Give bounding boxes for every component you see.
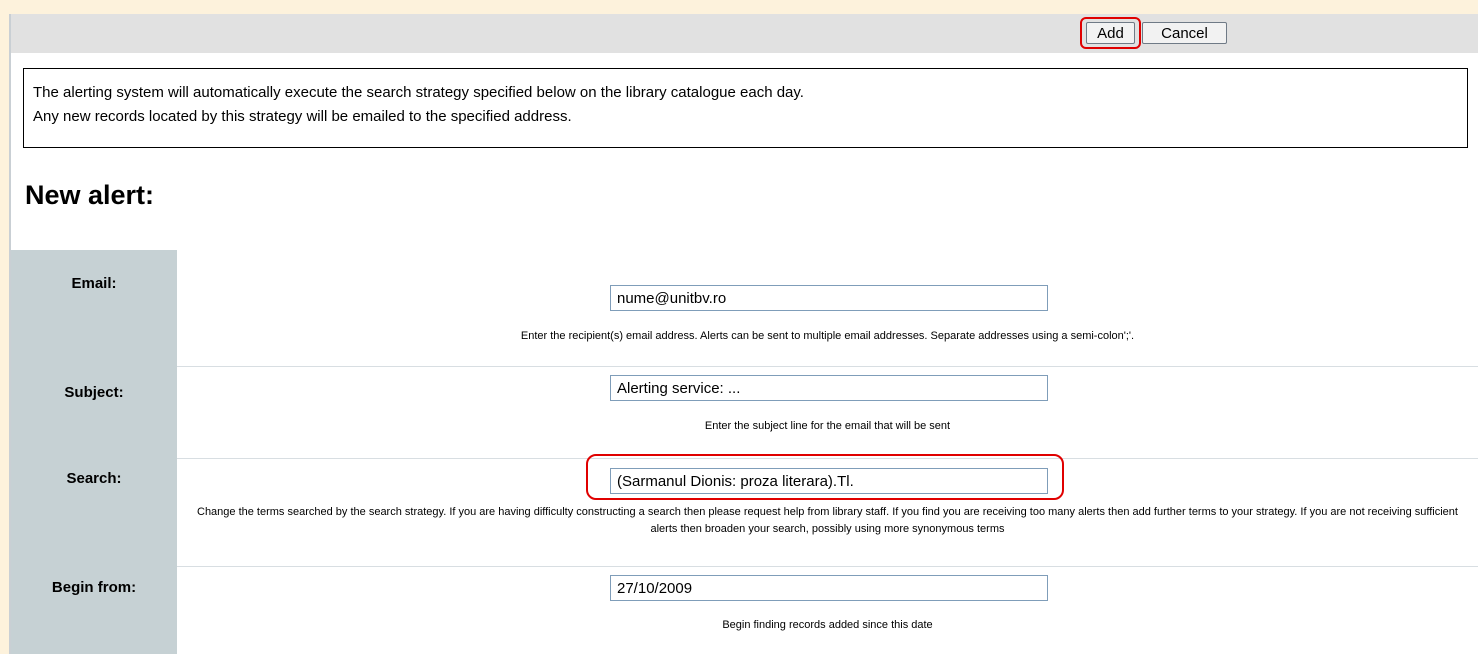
email-label: Email:: [71, 275, 117, 292]
left-frame-rail: [0, 14, 9, 654]
search-help-text: Change the terms searched by the search …: [197, 506, 1458, 535]
search-field-highlight: [586, 454, 1064, 500]
info-line-1: The alerting system will automatically e…: [33, 84, 804, 101]
email-help-text: Enter the recipient(s) email address. Al…: [520, 330, 1135, 342]
email-row: Email: Enter the recipient(s) email addr…: [11, 250, 1478, 367]
action-toolbar: Add Cancel: [11, 14, 1478, 53]
begin-from-row: Begin from: Begin finding records added …: [11, 567, 1478, 654]
add-button-highlight: [1080, 17, 1141, 49]
search-label: Search:: [66, 470, 122, 487]
email-field[interactable]: [610, 285, 1048, 311]
subject-field[interactable]: [610, 375, 1048, 401]
page-title: New alert:: [25, 180, 155, 210]
alert-form: Email: Enter the recipient(s) email addr…: [11, 250, 1478, 654]
begin-from-field[interactable]: [610, 575, 1048, 601]
info-line-2: Any new records located by this strategy…: [33, 108, 572, 125]
begin-from-help-text: Begin finding records added since this d…: [722, 619, 933, 631]
subject-row: Subject: Enter the subject line for the …: [11, 367, 1478, 459]
subject-label: Subject:: [64, 384, 124, 401]
begin-from-label: Begin from:: [51, 579, 137, 596]
subject-help-text: Enter the subject line for the email tha…: [704, 420, 951, 432]
cancel-button[interactable]: Cancel: [1142, 22, 1227, 44]
alert-info-box: The alerting system will automatically e…: [23, 68, 1468, 148]
top-frame-strip: [0, 0, 1478, 14]
